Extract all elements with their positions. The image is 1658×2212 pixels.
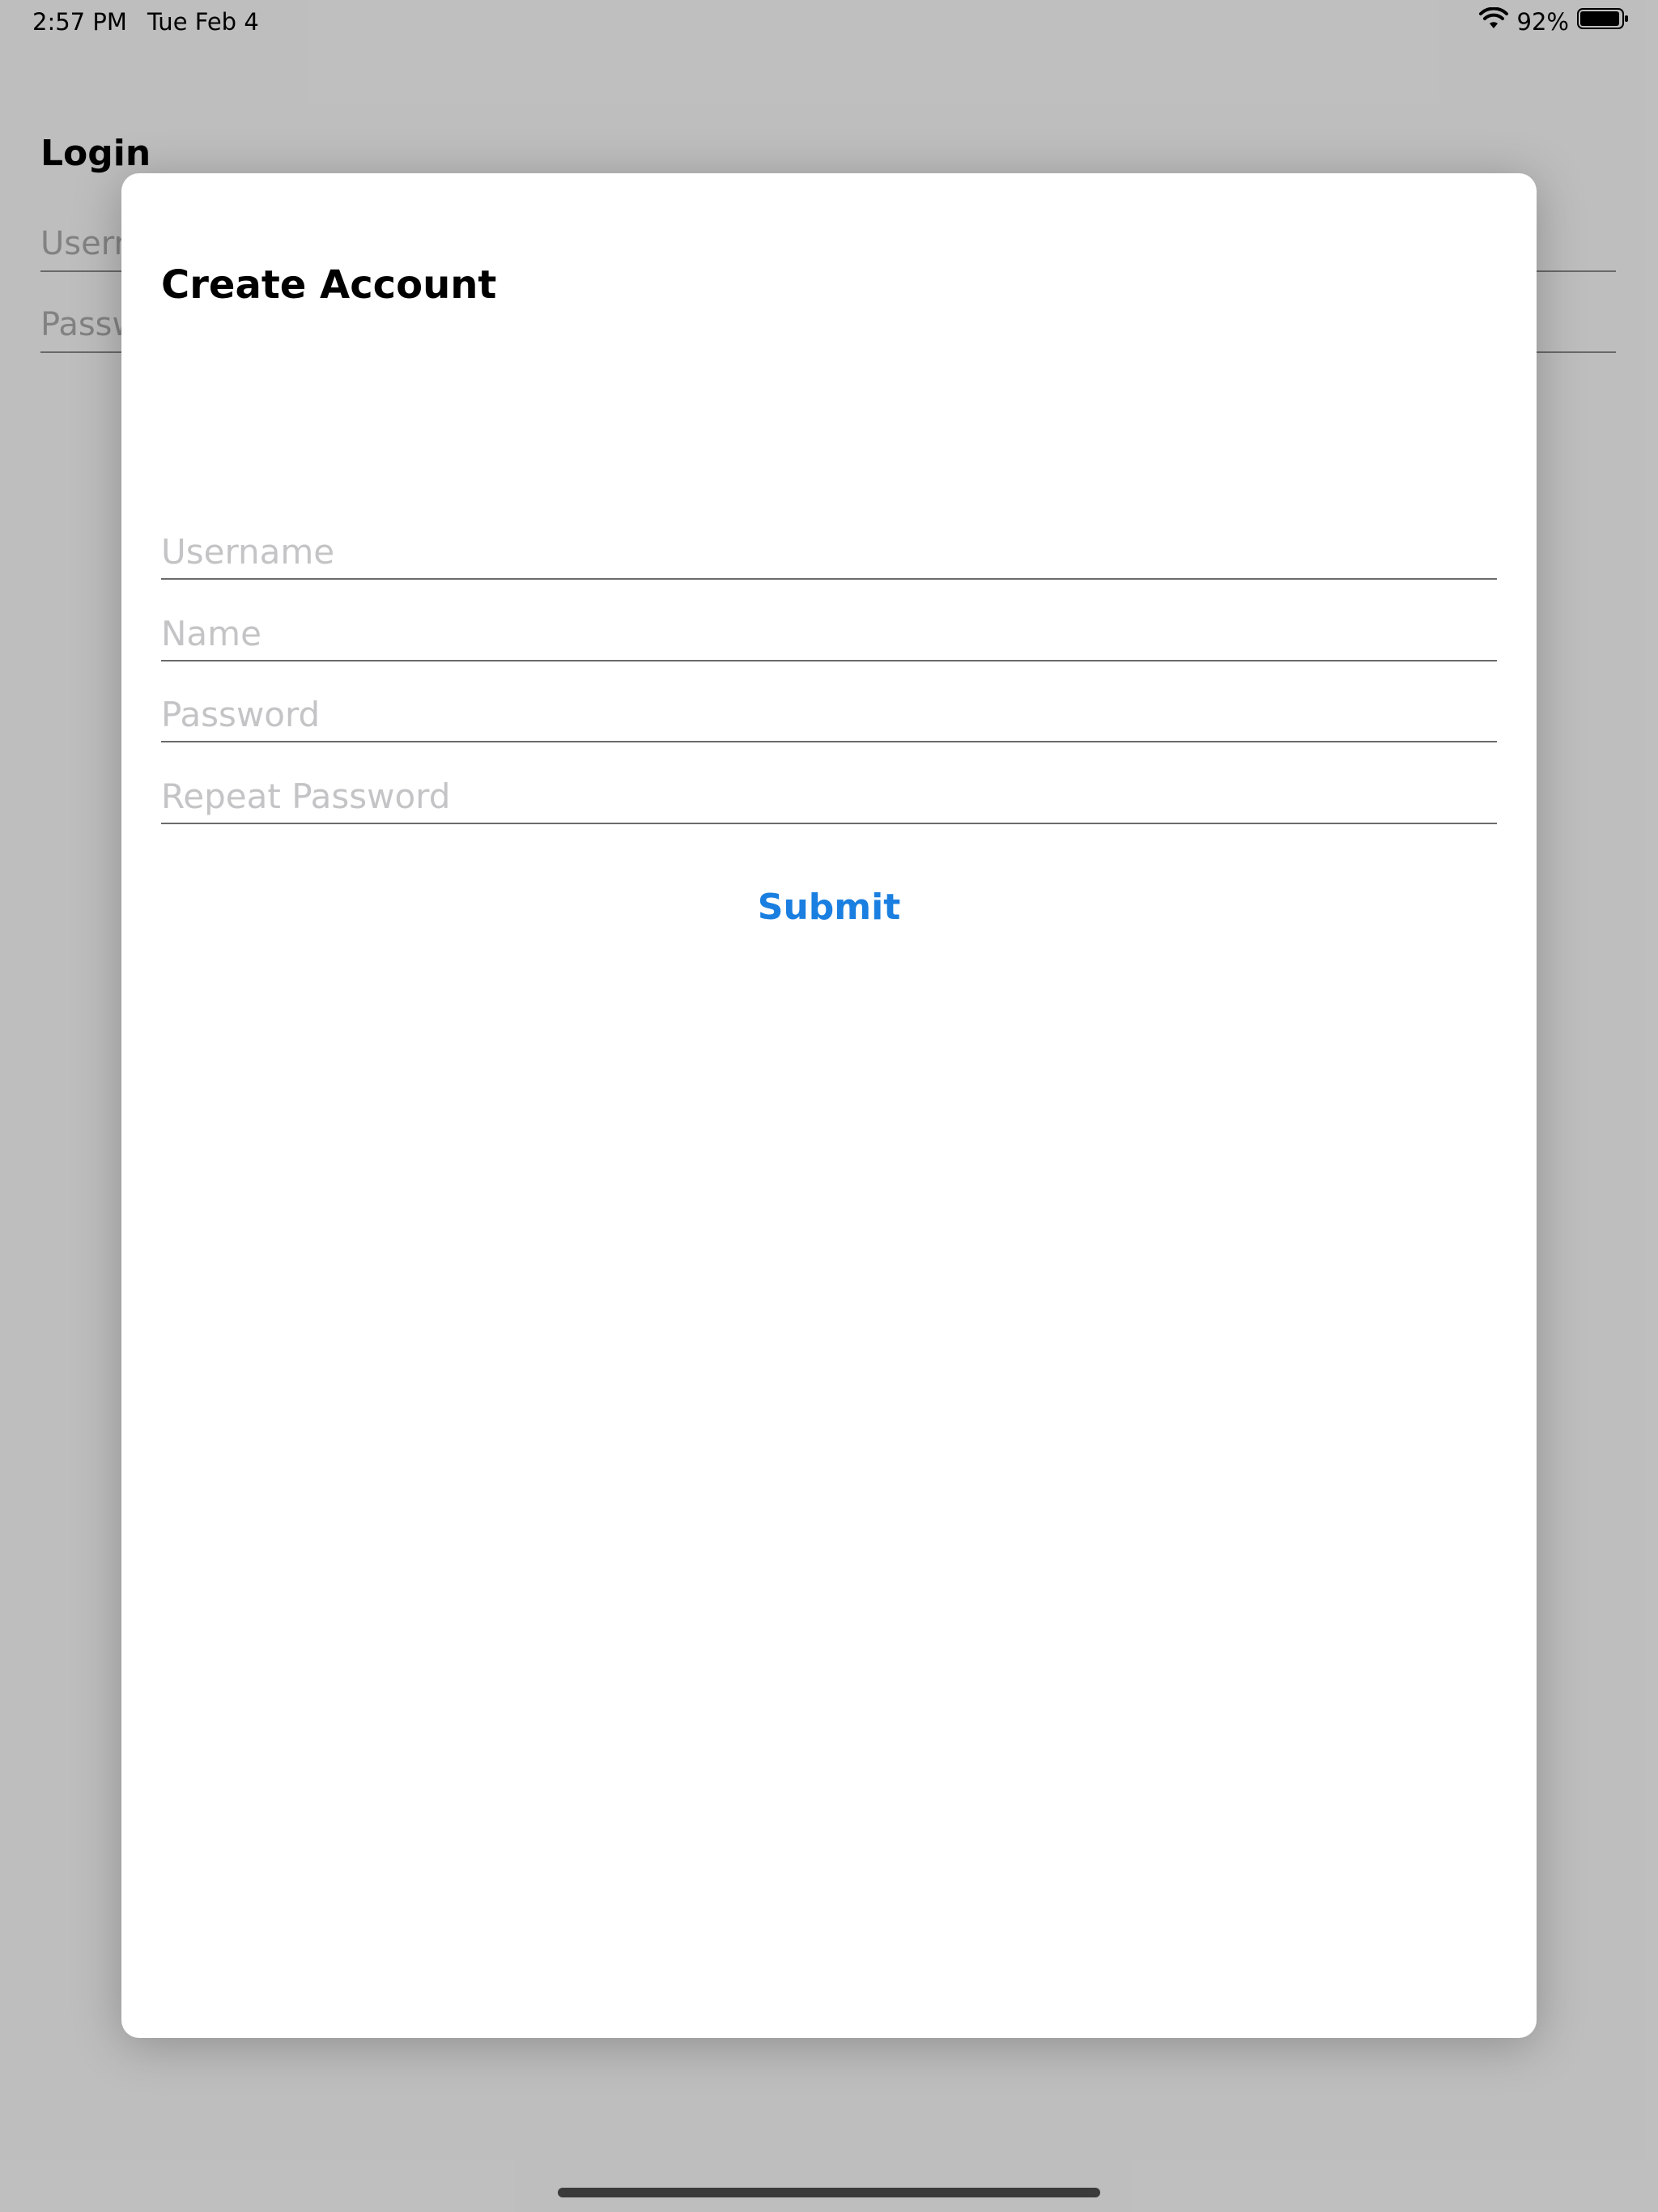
name-input[interactable] (161, 610, 1497, 657)
repeat-password-input[interactable] (161, 772, 1497, 819)
name-field (161, 605, 1497, 661)
username-field (161, 523, 1497, 580)
repeat-password-field (161, 768, 1497, 824)
submit-button[interactable]: Submit (121, 886, 1537, 929)
sheet-title: Create Account (161, 262, 497, 308)
username-input[interactable] (161, 528, 1497, 575)
password-field (161, 686, 1497, 742)
create-account-sheet: Create Account Submit (121, 173, 1537, 2038)
home-indicator[interactable] (558, 2188, 1100, 2197)
password-input[interactable] (161, 691, 1497, 738)
